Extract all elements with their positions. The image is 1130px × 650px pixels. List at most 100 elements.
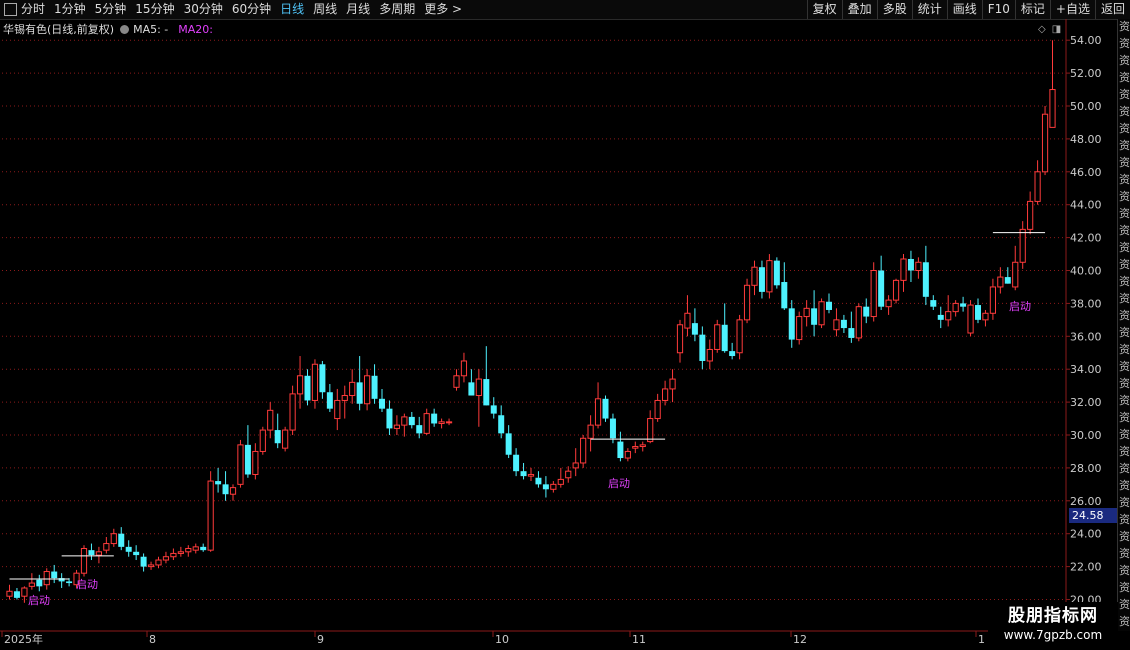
time-tick-label: 8 bbox=[149, 633, 156, 646]
candle-body bbox=[1027, 200, 1034, 230]
candle-body bbox=[989, 286, 996, 314]
candle-body bbox=[527, 473, 535, 477]
time-tick-label: 10 bbox=[495, 633, 509, 646]
candle-body bbox=[691, 323, 698, 335]
candle-body bbox=[1034, 171, 1041, 202]
candle-body bbox=[88, 550, 95, 556]
candle-body bbox=[356, 382, 363, 404]
candle-body bbox=[43, 571, 50, 586]
candle-body bbox=[542, 484, 549, 490]
candle-body bbox=[341, 395, 348, 401]
candle-body bbox=[1049, 89, 1056, 128]
candle-body bbox=[393, 424, 400, 429]
candle-body bbox=[95, 551, 103, 556]
candle-body bbox=[967, 304, 974, 334]
candle-body bbox=[222, 484, 229, 495]
candle-body bbox=[460, 360, 468, 377]
candle-body bbox=[416, 425, 423, 434]
candle-body bbox=[371, 375, 378, 399]
candle-body bbox=[140, 556, 147, 567]
candle-body bbox=[237, 444, 244, 485]
price-tick-label: 34.00 bbox=[1070, 363, 1102, 376]
candle-body bbox=[304, 375, 311, 401]
price-tick-label: 48.00 bbox=[1070, 133, 1102, 146]
candle-body bbox=[170, 552, 177, 558]
candle-body bbox=[758, 267, 765, 292]
candle-body bbox=[706, 348, 713, 362]
candle-body bbox=[21, 587, 28, 597]
candle-body bbox=[773, 260, 780, 286]
candle-body bbox=[766, 260, 773, 293]
candle-body bbox=[311, 363, 319, 401]
current-price-tag: 24.58 bbox=[1069, 508, 1117, 523]
candle-body bbox=[51, 571, 58, 579]
candle-body bbox=[423, 413, 430, 434]
candle-body bbox=[945, 311, 952, 321]
candle-body bbox=[483, 379, 490, 406]
candle-body bbox=[580, 437, 587, 464]
candle-body bbox=[915, 261, 922, 271]
signal-label: 启动 bbox=[76, 578, 98, 591]
candle-body bbox=[930, 300, 937, 307]
candle-body bbox=[364, 375, 371, 405]
signal-label: 启动 bbox=[608, 477, 630, 490]
candle-body bbox=[244, 444, 251, 475]
time-tick-label: 9 bbox=[317, 633, 324, 646]
signal-marks: 启动启动启动启动 bbox=[9, 232, 1046, 607]
candles bbox=[6, 40, 1056, 603]
price-tick-label: 42.00 bbox=[1070, 232, 1102, 245]
candle-body bbox=[572, 462, 579, 469]
price-tick-label: 36.00 bbox=[1070, 330, 1102, 343]
candle-body bbox=[594, 398, 602, 426]
price-tick-label: 52.00 bbox=[1070, 67, 1102, 80]
candle-body bbox=[282, 429, 289, 449]
candle-body bbox=[826, 301, 832, 310]
candle-body bbox=[103, 543, 110, 551]
candle-body bbox=[296, 375, 304, 395]
candle-body bbox=[498, 415, 505, 434]
candle-body bbox=[259, 429, 266, 452]
candle-body bbox=[975, 305, 981, 320]
candle-body bbox=[334, 399, 341, 420]
candle-body bbox=[602, 398, 609, 419]
candle-body bbox=[952, 302, 959, 313]
price-tick-label: 50.00 bbox=[1070, 100, 1102, 113]
candle-body bbox=[788, 308, 795, 340]
candle-body bbox=[36, 579, 43, 587]
candle-body bbox=[855, 306, 862, 339]
candle-body bbox=[229, 487, 237, 495]
candle-body bbox=[274, 430, 281, 444]
candle-body bbox=[326, 392, 333, 409]
candlestick-chart[interactable]: 20.0022.0024.0026.0028.0030.0032.0034.00… bbox=[0, 0, 1130, 650]
candle-body bbox=[66, 581, 73, 584]
candle-body bbox=[639, 444, 646, 448]
candle-body bbox=[80, 548, 88, 574]
candle-body bbox=[185, 548, 192, 553]
time-tick-label: 12 bbox=[793, 633, 807, 646]
candle-body bbox=[885, 299, 892, 308]
candle-body bbox=[1019, 228, 1026, 263]
candle-body bbox=[960, 303, 967, 307]
candle-body bbox=[557, 478, 564, 485]
candle-body bbox=[617, 441, 624, 459]
candle-body bbox=[520, 471, 527, 477]
candle-body bbox=[1004, 277, 1011, 284]
signal-label: 启动 bbox=[1009, 300, 1031, 313]
candle-body bbox=[721, 324, 728, 352]
candle-body bbox=[1041, 113, 1049, 173]
candle-body bbox=[445, 421, 453, 424]
candle-body bbox=[118, 533, 125, 547]
candle-body bbox=[133, 551, 140, 556]
candle-body bbox=[565, 470, 572, 479]
candle-body bbox=[878, 270, 885, 307]
candle-body bbox=[155, 559, 162, 566]
candle-body bbox=[647, 418, 654, 443]
candle-body bbox=[13, 591, 20, 598]
candle-body bbox=[811, 308, 818, 325]
time-tick-label: 2025年 bbox=[4, 632, 43, 646]
candle-body bbox=[997, 276, 1004, 288]
candle-body bbox=[349, 381, 356, 397]
candle-body bbox=[386, 408, 393, 429]
candle-body bbox=[699, 334, 706, 361]
candle-body bbox=[781, 282, 788, 309]
